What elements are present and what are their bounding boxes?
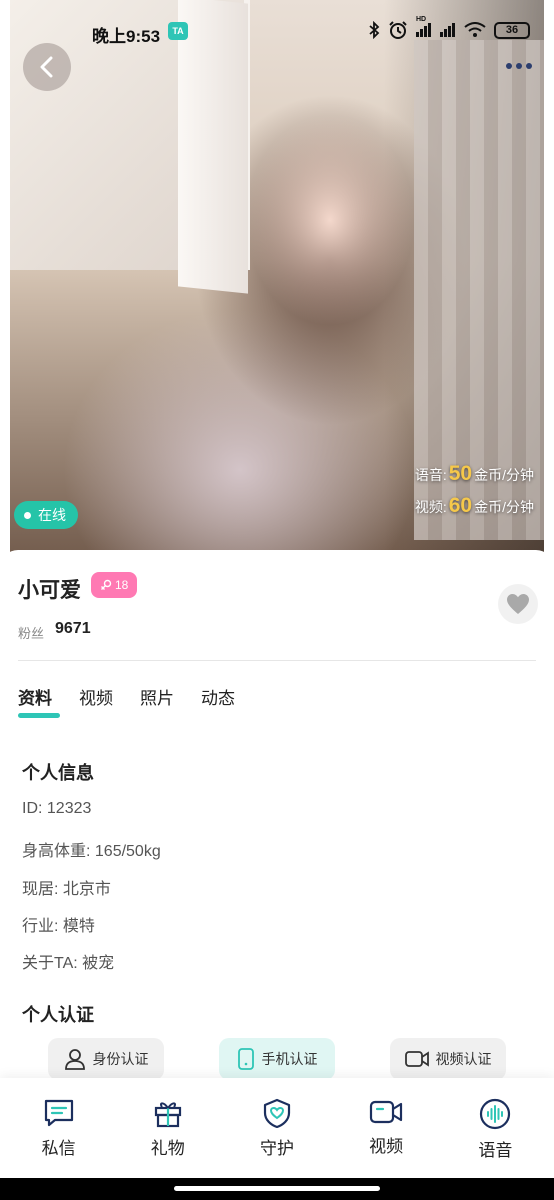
wifi-icon xyxy=(464,22,486,37)
video-call-button[interactable]: 视频 xyxy=(341,1078,431,1178)
tab-videos[interactable]: 视频 xyxy=(79,684,113,709)
more-dot-icon xyxy=(526,63,532,69)
profile-name: 小可爱 xyxy=(18,579,81,602)
person-icon xyxy=(64,1049,85,1070)
fans-count: 9671 xyxy=(55,620,91,637)
voice-price-value: 50 xyxy=(448,462,473,485)
info-line-industry: 行业: 模特 xyxy=(22,918,95,935)
divider xyxy=(18,660,536,661)
more-dot-icon xyxy=(516,63,522,69)
voice-icon xyxy=(480,1098,511,1130)
chevron-left-icon xyxy=(40,56,53,78)
bluetooth-icon xyxy=(369,21,380,39)
video-call-label: 视频 xyxy=(369,1137,404,1156)
heart-icon xyxy=(507,594,529,614)
tab-profile-info[interactable]: 资料 xyxy=(18,684,52,709)
signal-icon-2 xyxy=(440,22,456,38)
age-value: 18 xyxy=(115,578,129,592)
gift-label: 礼物 xyxy=(150,1139,185,1158)
info-line-location: 现居: 北京市 xyxy=(22,881,111,898)
video-verification-badge: 视频认证 xyxy=(390,1038,506,1080)
guard-shield-icon xyxy=(263,1098,291,1128)
female-gender-icon xyxy=(101,579,112,590)
more-options-button[interactable] xyxy=(504,56,534,76)
video-price-unit: 金币/分钟 xyxy=(474,499,534,515)
video-price-value: 60 xyxy=(448,494,473,517)
gift-button[interactable]: 礼物 xyxy=(123,1078,213,1178)
info-line-about: 关于TA: 被宠 xyxy=(22,955,115,972)
online-dot-icon xyxy=(24,511,31,519)
message-icon xyxy=(44,1099,73,1127)
hd-label: HD xyxy=(416,16,427,23)
status-time: 晚上9:53 xyxy=(92,27,161,46)
info-line-height-weight: 身高体重: 165/50kg xyxy=(22,843,161,860)
back-button[interactable] xyxy=(23,43,71,91)
alarm-icon xyxy=(389,21,407,39)
voice-price: 语音: 50 金币/分钟 xyxy=(415,462,534,486)
active-tab-indicator xyxy=(18,713,60,718)
video-price: 视频: 60 金币/分钟 xyxy=(415,494,534,518)
status-icons: HD 36 xyxy=(368,16,530,40)
voice-price-label: 语音: xyxy=(414,467,447,483)
tab-photos[interactable]: 照片 xyxy=(140,684,174,709)
tab-moments[interactable]: 动态 xyxy=(201,684,235,709)
video-icon xyxy=(370,1100,403,1124)
voice-call-button[interactable]: 语音 xyxy=(450,1078,540,1178)
profile-photo[interactable] xyxy=(10,0,544,580)
guard-button[interactable]: 守护 xyxy=(232,1078,322,1178)
more-dot-icon xyxy=(506,63,512,69)
home-indicator[interactable] xyxy=(174,1186,380,1191)
age-badge: 18 xyxy=(91,572,138,598)
message-label: 私信 xyxy=(41,1139,76,1158)
battery-indicator: 36 xyxy=(494,21,530,39)
signal-icon-1: HD xyxy=(416,16,432,38)
video-price-label: 视频: xyxy=(414,499,447,515)
bottom-action-bar: 私信 礼物 守护 视频 语音 xyxy=(0,1078,554,1178)
profile-screen: 晚上9:53 TA HD 36 在线 语音: 50 金币/分钟 视频: 60 金… xyxy=(0,0,554,1200)
verification-title: 个人认证 xyxy=(22,1005,94,1025)
voice-call-label: 语音 xyxy=(478,1141,513,1160)
status-bar: 晚上9:53 TA HD 36 xyxy=(0,0,554,64)
voice-price-unit: 金币/分钟 xyxy=(474,467,534,483)
verification-badges: 身份认证 手机认证 视频认证 xyxy=(0,1038,554,1082)
video-verification-label: 视频认证 xyxy=(435,1051,492,1067)
phone-verification-label: 手机认证 xyxy=(261,1051,318,1067)
phone-icon xyxy=(237,1048,254,1070)
follow-button[interactable] xyxy=(498,584,538,624)
app-notification-icon: TA xyxy=(168,22,188,40)
gift-icon xyxy=(154,1102,181,1128)
identity-verification-badge: 身份认证 xyxy=(48,1038,164,1080)
fans-label: 粉丝 xyxy=(18,626,45,641)
profile-tabs: 资料 视频 照片 动态 xyxy=(18,684,235,709)
guard-label: 守护 xyxy=(259,1139,294,1158)
identity-verification-label: 身份认证 xyxy=(92,1051,149,1067)
phone-verification-badge: 手机认证 xyxy=(219,1038,335,1080)
personal-info-title: 个人信息 xyxy=(22,763,94,783)
online-status-badge: 在线 xyxy=(14,501,78,529)
message-button[interactable]: 私信 xyxy=(14,1078,104,1178)
online-status-label: 在线 xyxy=(38,507,66,523)
video-camera-icon xyxy=(404,1051,429,1067)
info-line-id: ID: 12323 xyxy=(22,800,92,817)
